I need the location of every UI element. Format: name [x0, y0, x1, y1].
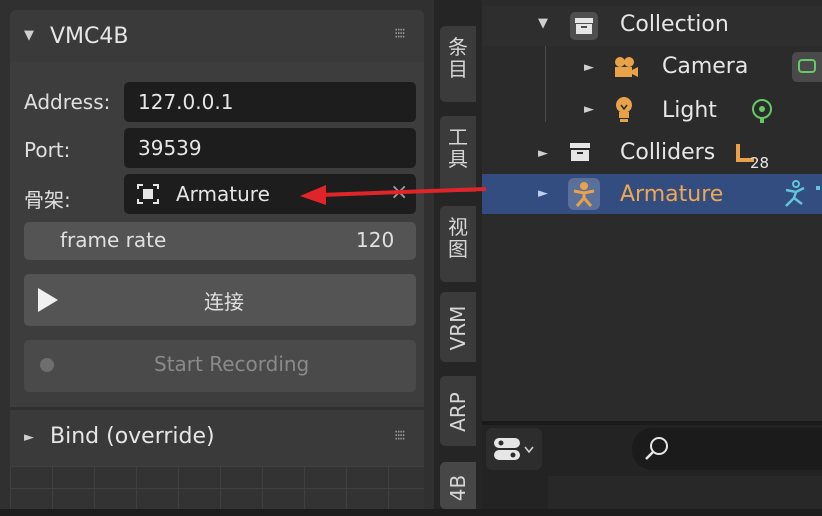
search-icon: [645, 437, 668, 460]
collapse-triangle-icon[interactable]: ▼: [538, 16, 548, 31]
area-divider: [482, 421, 822, 425]
armature-value: Armature: [176, 182, 270, 206]
collapse-triangle-icon[interactable]: ▼: [24, 28, 34, 43]
tab-vrm[interactable]: VRM: [440, 292, 476, 362]
outliner-row-collection[interactable]: ▼ Collection: [482, 6, 822, 46]
armature-icon-bg: [568, 178, 600, 210]
expand-triangle-icon[interactable]: ►: [538, 186, 548, 201]
expand-triangle-icon[interactable]: ►: [584, 60, 594, 75]
panel-header-bind-override[interactable]: ► Bind (override) ⁝⁝⁝⁝: [10, 410, 424, 466]
tab-label: ARP: [446, 392, 470, 432]
connect-label: 连接: [204, 290, 244, 314]
panel-header-vmc4b[interactable]: ▼ VMC4B ⁝⁝⁝⁝: [10, 10, 424, 62]
drag-grip-icon[interactable]: ⁝⁝⁝⁝: [394, 428, 406, 444]
expand-triangle-icon[interactable]: ►: [538, 146, 548, 161]
tab-label: VRM: [446, 305, 470, 351]
outliner-row-armature[interactable]: ► Armature: [482, 174, 822, 214]
collection-icon: [575, 18, 593, 34]
collection-icon: [570, 143, 590, 161]
camera-object-icon: [615, 57, 638, 77]
frame-rate-value: 120: [356, 228, 395, 252]
light-name: Light: [662, 98, 717, 123]
port-value: 39539: [138, 136, 202, 160]
frame-rate-label: frame rate: [60, 228, 167, 252]
armature-object-icon: [137, 184, 159, 204]
address-value: 127.0.0.1: [138, 90, 234, 114]
display-mode-dropdown[interactable]: [486, 428, 542, 470]
outliner-lower-row: [548, 476, 822, 509]
tab-arp[interactable]: ARP: [440, 376, 476, 446]
light-object-icon: [616, 97, 632, 122]
tab-label: 条目: [448, 35, 468, 81]
expand-triangle-icon[interactable]: ►: [584, 102, 594, 117]
colliders-name: Colliders: [620, 140, 716, 165]
collection-name: Collection: [620, 12, 729, 37]
record-label: Start Recording: [154, 352, 310, 376]
annotation-arrow-icon: [300, 185, 487, 205]
search-input[interactable]: [632, 428, 822, 470]
panel-title: VMC4B: [50, 24, 129, 49]
armature-object-icon: [573, 182, 595, 207]
connect-button[interactable]: 连接: [24, 274, 416, 326]
drag-grip-icon[interactable]: ⁝⁝⁝⁝: [394, 26, 406, 42]
bind-content-grid: [10, 466, 424, 509]
sidebar-panel: ▼ VMC4B ⁝⁝⁝⁝ Address: 127.0.0.1 Port: 39…: [0, 0, 434, 509]
tab-vmc4b[interactable]: 4B: [440, 462, 476, 509]
tab-label: 4B: [446, 474, 470, 502]
light-data-icon[interactable]: [750, 98, 774, 124]
armature-data-icon[interactable]: [782, 180, 822, 208]
address-label: Address:: [24, 90, 111, 114]
tab-item[interactable]: 条目: [440, 26, 476, 102]
panel-body: Address: 127.0.0.1 Port: 39539 骨架: Armat…: [10, 62, 424, 407]
armature-name: Armature: [620, 182, 724, 207]
chevron-down-icon: [524, 446, 534, 454]
port-input[interactable]: 39539: [124, 128, 416, 168]
tab-label: 视图: [448, 215, 468, 261]
tab-label: 工具: [448, 125, 468, 171]
armature-label: 骨架:: [24, 188, 71, 212]
outliner-row-camera[interactable]: ► Camera: [482, 48, 822, 88]
camera-name: Camera: [662, 54, 749, 79]
colliders-count-badge: 28: [750, 154, 770, 172]
frame-rate-field[interactable]: frame rate 120: [24, 222, 416, 260]
expand-triangle-icon[interactable]: ►: [24, 430, 34, 445]
record-dot-icon: [40, 358, 54, 372]
collection-box-bg: [570, 12, 598, 40]
camera-data-glyph: [798, 59, 816, 73]
display-mode-icon: [494, 438, 520, 460]
outliner-row-colliders[interactable]: ► Colliders 28: [482, 134, 822, 174]
start-recording-button[interactable]: Start Recording: [24, 340, 416, 392]
camera-data-icon[interactable]: [792, 52, 822, 82]
play-icon: [38, 288, 58, 312]
tab-view[interactable]: 视图: [440, 206, 476, 282]
outliner-row-light[interactable]: ► Light: [482, 90, 822, 130]
bind-title: Bind (override): [50, 424, 215, 449]
address-input[interactable]: 127.0.0.1: [124, 82, 416, 122]
port-label: Port:: [24, 138, 71, 162]
